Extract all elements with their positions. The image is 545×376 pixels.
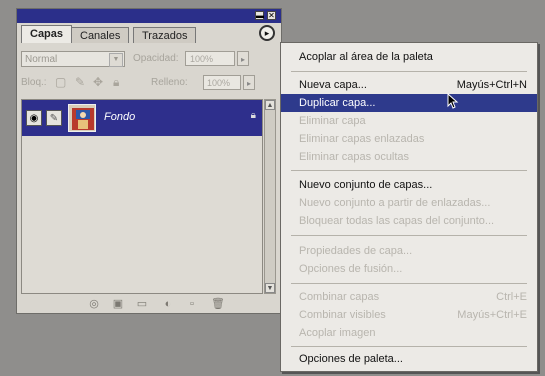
- menu-item-nuevo-conjunto[interactable]: Nuevo conjunto de capas...: [281, 176, 537, 194]
- minimize-button[interactable]: ▬: [255, 11, 264, 20]
- menu-item-eliminar-capa: Eliminar capa: [281, 112, 537, 130]
- menu-separator: [291, 235, 527, 236]
- opacity-label: Opacidad:: [133, 53, 179, 64]
- menu-item-label: Acoplar al área de la paleta: [299, 51, 433, 63]
- menu-item-nueva-capa[interactable]: Nueva capa... Mayús+Ctrl+N: [281, 76, 537, 94]
- menu-item-label: Eliminar capas ocultas: [299, 151, 410, 163]
- menu-item-label: Opciones de paleta...: [299, 353, 403, 365]
- blend-row: Normal ▼ Opacidad: 100% ▸: [21, 51, 277, 69]
- menu-item-eliminar-enlazadas: Eliminar capas enlazadas: [281, 130, 537, 148]
- new-layer-icon[interactable]: ▫: [185, 297, 199, 311]
- menu-item-label: Nueva capa...: [299, 79, 367, 91]
- tab-canales[interactable]: Canales: [71, 27, 130, 43]
- close-button[interactable]: ✕: [267, 11, 276, 20]
- mouse-cursor-icon: [447, 93, 459, 109]
- menu-item-eliminar-ocultas: Eliminar capas ocultas: [281, 148, 537, 166]
- layers-palette: ▬ ✕ Capas Canales Trazados ▸ Normal ▼ Op…: [16, 8, 282, 314]
- layers-list: ◉ ✎ Fondo 🔒︎: [21, 99, 263, 294]
- palette-context-menu: Acoplar al área de la paleta Nueva capa.…: [280, 42, 538, 372]
- menu-item-opciones-paleta[interactable]: Opciones de paleta...: [281, 350, 537, 368]
- menu-separator: [291, 71, 527, 72]
- palette-titlebar[interactable]: ▬ ✕: [17, 9, 281, 23]
- layer-thumbnail: [68, 104, 96, 132]
- fill-arrow-button[interactable]: ▸: [243, 75, 255, 90]
- lock-all-icon[interactable]: 🔒︎: [113, 75, 119, 90]
- menu-item-shortcut: Mayús+Ctrl+E: [457, 309, 527, 321]
- menu-item-shortcut: Ctrl+E: [496, 291, 527, 303]
- menu-separator: [291, 346, 527, 347]
- adjustment-icon[interactable]: ◐: [161, 297, 175, 311]
- tab-trazados[interactable]: Trazados: [133, 27, 197, 43]
- menu-item-acoplar-imagen: Acoplar imagen: [281, 324, 537, 342]
- menu-item-duplicar-capa[interactable]: Duplicar capa...: [281, 94, 537, 112]
- menu-item-label: Nuevo conjunto de capas...: [299, 179, 433, 191]
- menu-item-label: Bloquear todas las capas del conjunto...: [299, 215, 495, 227]
- opacity-field[interactable]: 100%: [185, 51, 235, 66]
- lock-label: Bloq.:: [21, 77, 47, 88]
- palette-tabs: Capas Canales Trazados: [21, 25, 277, 44]
- menu-item-label: Eliminar capa: [299, 115, 366, 127]
- scroll-down-icon[interactable]: ▼: [265, 283, 275, 293]
- lock-paint-icon[interactable]: ✎: [75, 75, 85, 89]
- layer-name: Fondo: [104, 111, 136, 123]
- lock-icon: 🔒︎: [250, 110, 256, 121]
- lock-row: Bloq.: ▢ ✎ ✥ 🔒︎ Relleno: 100% ▸: [21, 75, 277, 93]
- fill-field[interactable]: 100%: [203, 75, 241, 90]
- chevron-down-icon: ▼: [109, 53, 123, 67]
- menu-item-combinar-capas: Combinar capas Ctrl+E: [281, 288, 537, 306]
- menu-item-label: Propiedades de capa...: [299, 245, 413, 257]
- menu-separator: [291, 170, 527, 171]
- layer-row[interactable]: ◉ ✎ Fondo 🔒︎: [22, 100, 262, 136]
- menu-item-opciones-fusion: Opciones de fusión...: [281, 260, 537, 278]
- palette-menu-icon[interactable]: ▸: [259, 25, 275, 41]
- menu-separator: [291, 283, 527, 284]
- menu-item-label: Nuevo conjunto a partir de enlazadas...: [299, 197, 491, 209]
- fill-label: Relleno:: [151, 77, 188, 88]
- menu-item-shortcut: Mayús+Ctrl+N: [456, 79, 527, 91]
- scroll-up-icon[interactable]: ▲: [265, 100, 275, 110]
- menu-item-label: Acoplar imagen: [299, 327, 376, 339]
- lock-move-icon[interactable]: ✥: [93, 75, 103, 89]
- menu-item-bloquear-conjunto: Bloquear todas las capas del conjunto...: [281, 212, 537, 230]
- menu-item-acoplar-area[interactable]: Acoplar al área de la paleta: [281, 48, 537, 66]
- layers-scrollbar[interactable]: ▲ ▼: [264, 99, 276, 294]
- new-set-icon[interactable]: ▭: [135, 297, 149, 311]
- eye-icon[interactable]: ◉: [26, 110, 42, 126]
- trash-icon[interactable]: 🗑︎: [211, 297, 225, 311]
- palette-bottom-bar: ◎ ▣ ▭ ◐ ▫ 🗑︎: [21, 297, 277, 313]
- menu-item-label: Eliminar capas enlazadas: [299, 133, 425, 145]
- menu-item-propiedades: Propiedades de capa...: [281, 242, 537, 260]
- mask-icon[interactable]: ▣: [111, 297, 125, 311]
- brush-icon[interactable]: ✎: [46, 110, 62, 126]
- menu-item-label: Opciones de fusión...: [299, 263, 403, 275]
- menu-item-label: Duplicar capa...: [299, 97, 376, 109]
- tab-capas[interactable]: Capas: [21, 25, 73, 43]
- blend-mode-value: Normal: [25, 54, 58, 65]
- blend-mode-select[interactable]: Normal ▼: [21, 51, 125, 67]
- opacity-arrow-button[interactable]: ▸: [237, 51, 249, 66]
- menu-item-label: Combinar visibles: [299, 309, 386, 321]
- lock-transparency-icon[interactable]: ▢: [55, 75, 66, 89]
- menu-item-combinar-visibles: Combinar visibles Mayús+Ctrl+E: [281, 306, 537, 324]
- menu-item-conjunto-enlazadas: Nuevo conjunto a partir de enlazadas...: [281, 194, 537, 212]
- layer-style-icon[interactable]: ◎: [87, 297, 101, 311]
- menu-item-label: Combinar capas: [299, 291, 380, 303]
